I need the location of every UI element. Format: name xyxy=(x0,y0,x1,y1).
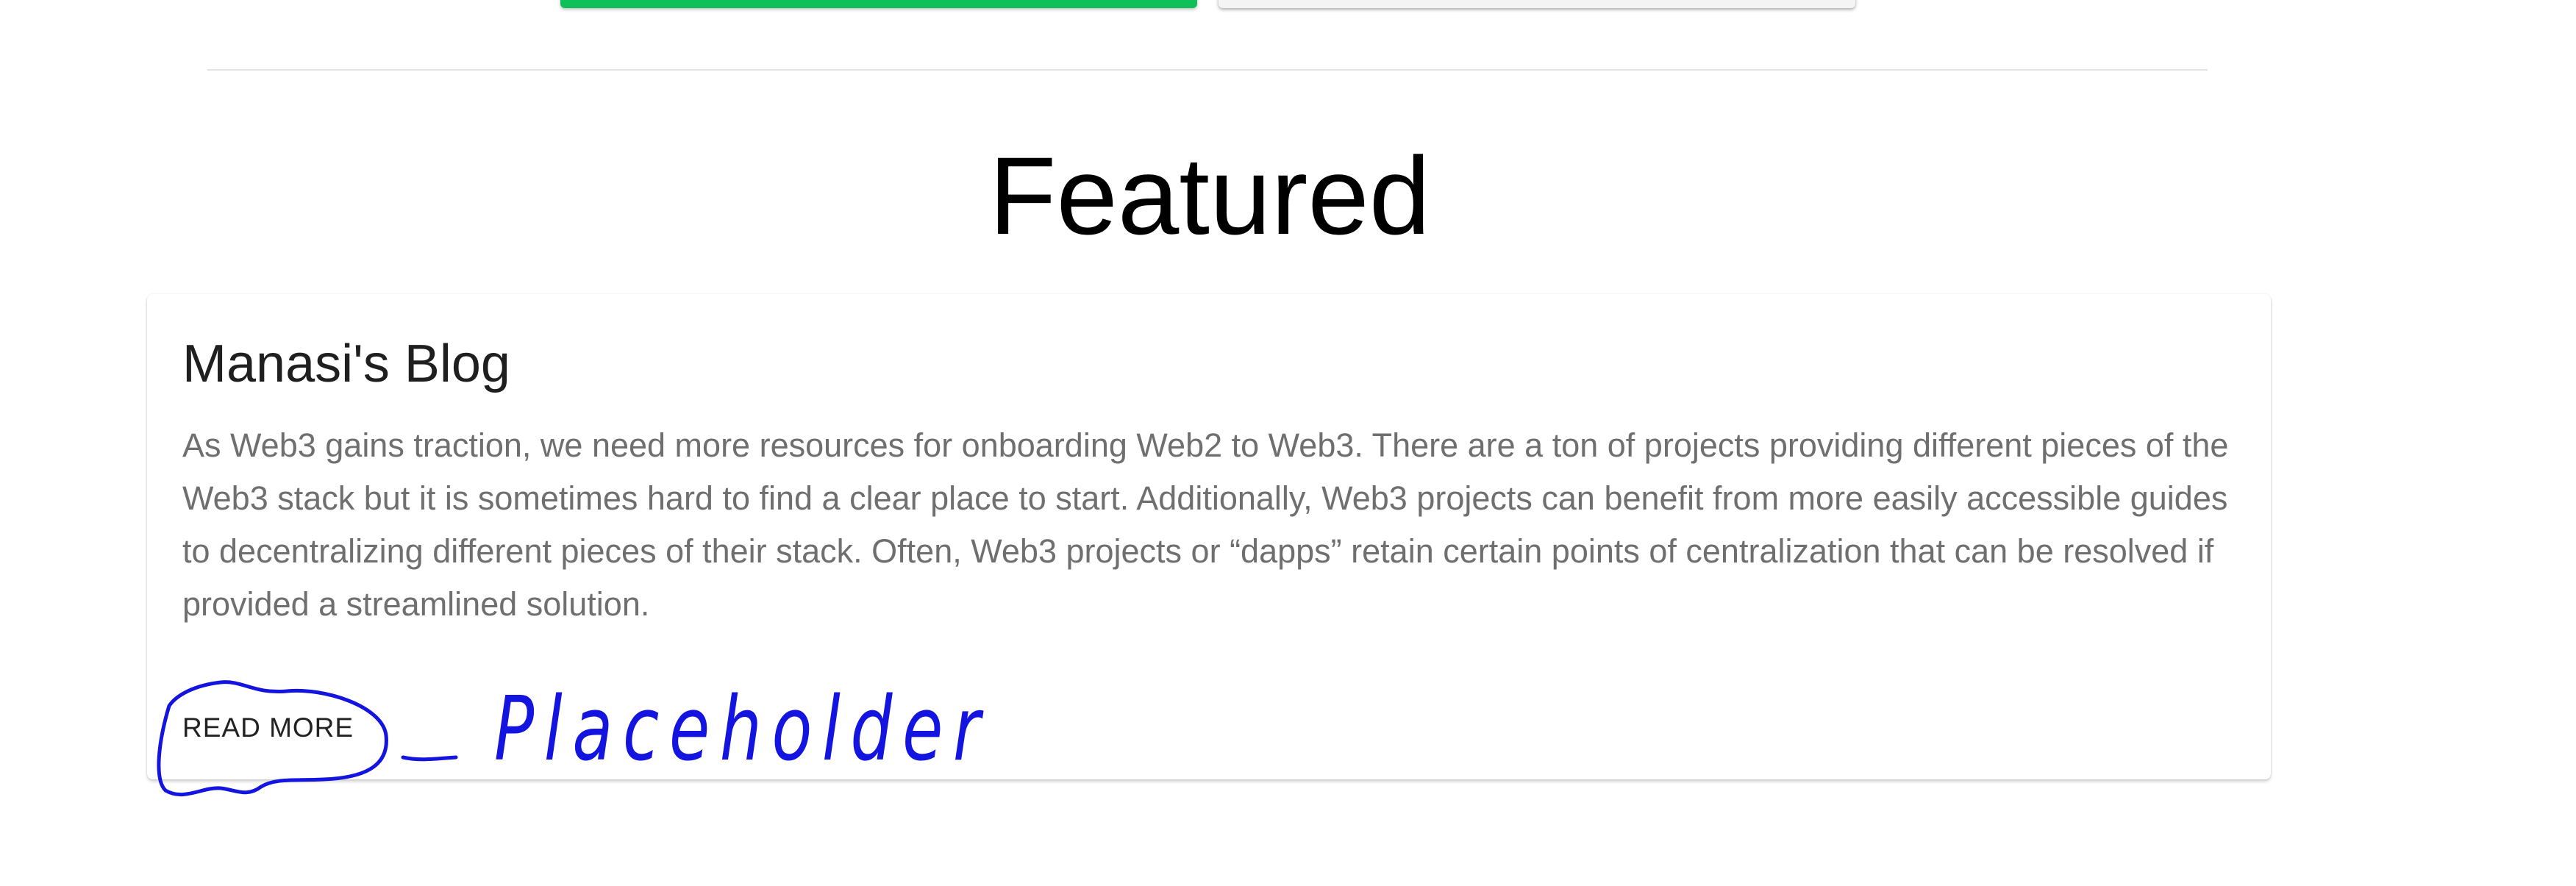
secondary-button[interactable] xyxy=(1219,0,1855,8)
featured-card: Manasi's Blog As Web3 gains traction, we… xyxy=(147,294,2271,779)
section-divider xyxy=(207,69,2208,71)
featured-heading: Featured xyxy=(988,134,1431,257)
read-more-button[interactable]: READ MORE xyxy=(175,706,361,750)
annotation-label: Placeholder xyxy=(494,679,991,781)
card-title: Manasi's Blog xyxy=(182,335,510,393)
page: Featured Manasi's Blog As Web3 gains tra… xyxy=(0,0,2576,886)
card-description: As Web3 gains traction, we need more res… xyxy=(182,426,2229,623)
primary-button[interactable] xyxy=(560,0,1197,8)
